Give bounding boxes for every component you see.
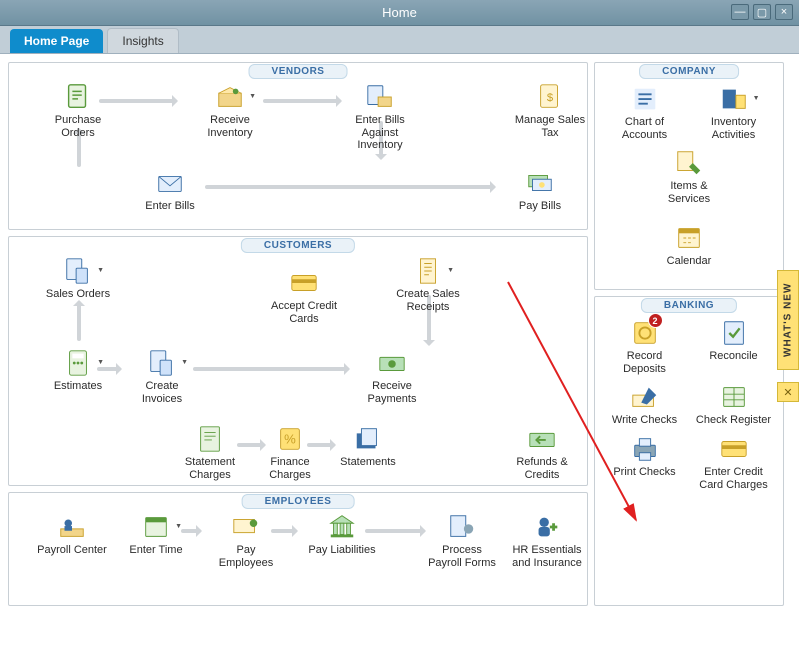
- list-icon: [627, 83, 663, 115]
- person-desk-icon: [54, 511, 90, 543]
- process-payroll-forms[interactable]: Process Payroll Forms: [425, 511, 499, 569]
- bank-icon: [324, 511, 360, 543]
- dropdown-caret-icon: ▼: [249, 93, 256, 100]
- person-plus-icon: [529, 511, 565, 543]
- percent-icon: %: [272, 423, 308, 455]
- bill-box-icon: [362, 81, 398, 113]
- finance-charges[interactable]: % Finance Charges: [253, 423, 327, 481]
- receive-inventory[interactable]: ▼ Receive Inventory: [193, 81, 267, 139]
- check-doc-icon: [716, 317, 752, 349]
- tab-insights[interactable]: Insights: [107, 28, 178, 53]
- dropdown-caret-icon: ▼: [97, 359, 104, 366]
- credit-card-icon: [286, 267, 322, 299]
- enter-bills-against-inventory[interactable]: Enter Bills Against Inventory: [343, 81, 417, 152]
- receive-payments[interactable]: Receive Payments: [355, 347, 429, 405]
- calendar-icon: [671, 222, 707, 254]
- payroll-center[interactable]: Payroll Center: [35, 511, 109, 557]
- refund-icon: [524, 423, 560, 455]
- whats-new-tab[interactable]: WHAT'S NEW: [777, 270, 799, 370]
- record-deposits[interactable]: 2 Record Deposits: [606, 317, 684, 375]
- receipt-icon: ▼: [410, 255, 446, 287]
- accept-credit-cards[interactable]: Accept Credit Cards: [267, 267, 341, 325]
- section-title-banking: BANKING: [641, 298, 737, 313]
- calendar[interactable]: Calendar: [609, 222, 769, 268]
- svg-text:%: %: [284, 432, 296, 447]
- safe-icon: 2: [627, 317, 663, 349]
- close-button[interactable]: ×: [775, 4, 793, 20]
- create-sales-receipts[interactable]: ▼ Create Sales Receipts: [391, 255, 465, 313]
- hr-essentials-insurance[interactable]: HR Essentials and Insurance: [505, 511, 589, 569]
- folder-doc-icon: [350, 423, 386, 455]
- panel-employees: EMPLOYEES Payroll Center ▼ Enter Time Pa…: [8, 492, 588, 606]
- pay-bills[interactable]: Pay Bills: [503, 167, 577, 213]
- deposit-count-badge: 2: [648, 313, 663, 328]
- items-services[interactable]: Items & Services: [650, 147, 728, 205]
- print-checks[interactable]: Print Checks: [606, 433, 684, 491]
- dropdown-caret-icon: ▼: [181, 359, 188, 366]
- panel-customers: CUSTOMERS ▼ Sales Orders Accept Credit C…: [8, 236, 588, 486]
- write-checks[interactable]: Write Checks: [606, 381, 684, 427]
- statements[interactable]: Statements: [331, 423, 405, 469]
- enter-credit-card-charges[interactable]: Enter Credit Card Charges: [695, 433, 773, 491]
- invoice-icon: ▼: [144, 347, 180, 379]
- inventory-activities[interactable]: ▼ Inventory Activities: [695, 83, 773, 141]
- purchase-orders[interactable]: Purchase Orders: [41, 81, 115, 139]
- section-title-company: COMPANY: [639, 64, 739, 79]
- titlebar: Home — ▢ ×: [0, 0, 799, 26]
- manage-sales-tax[interactable]: $ Manage Sales Tax: [513, 81, 587, 139]
- paycheck-icon: [228, 511, 264, 543]
- document-icon: [60, 81, 96, 113]
- estimates[interactable]: ▼ Estimates: [41, 347, 115, 393]
- tag-list-icon: [671, 147, 707, 179]
- dropdown-caret-icon: ▼: [175, 523, 182, 530]
- enter-bills[interactable]: Enter Bills: [133, 167, 207, 213]
- cash-icon: [374, 347, 410, 379]
- check-register[interactable]: Check Register: [695, 381, 773, 427]
- dropdown-caret-icon: ▼: [753, 95, 760, 102]
- window-title: Home: [382, 5, 417, 20]
- panel-company: COMPANY Chart of Accounts ▼ Inventory Ac…: [594, 62, 784, 290]
- maximize-button[interactable]: ▢: [753, 4, 771, 20]
- panel-banking: BANKING 2 Record Deposits Reconcile Writ…: [594, 296, 784, 606]
- svg-text:$: $: [547, 92, 554, 104]
- statement-icon: [192, 423, 228, 455]
- printer-icon: [627, 433, 663, 465]
- calendar-green-icon: ▼: [138, 511, 174, 543]
- section-title-customers: CUSTOMERS: [241, 238, 355, 253]
- reconcile[interactable]: Reconcile: [695, 317, 773, 375]
- sales-doc-icon: ▼: [60, 255, 96, 287]
- minimize-button[interactable]: —: [731, 4, 749, 20]
- credit-card-gold-icon: [716, 433, 752, 465]
- dropdown-caret-icon: ▼: [447, 267, 454, 274]
- tab-home-page[interactable]: Home Page: [10, 29, 103, 53]
- whats-new-close[interactable]: ✕: [777, 382, 799, 402]
- inventory-icon: ▼: [716, 83, 752, 115]
- pay-liabilities[interactable]: Pay Liabilities: [305, 511, 379, 557]
- dropdown-caret-icon: ▼: [97, 267, 104, 274]
- enter-time[interactable]: ▼ Enter Time: [119, 511, 193, 557]
- create-invoices[interactable]: ▼ Create Invoices: [125, 347, 199, 405]
- sales-orders[interactable]: ▼ Sales Orders: [41, 255, 115, 301]
- pen-check-icon: [627, 381, 663, 413]
- refunds-credits[interactable]: Refunds & Credits: [505, 423, 579, 481]
- tax-doc-icon: $: [532, 81, 568, 113]
- envelope-icon: [152, 167, 188, 199]
- tabbar: Home Page Insights: [0, 26, 799, 54]
- box-open-icon: ▼: [212, 81, 248, 113]
- chart-of-accounts[interactable]: Chart of Accounts: [606, 83, 684, 141]
- calculator-icon: ▼: [60, 347, 96, 379]
- section-title-employees: EMPLOYEES: [242, 494, 355, 509]
- money-stack-icon: [522, 167, 558, 199]
- section-title-vendors: VENDORS: [249, 64, 348, 79]
- form-person-icon: [444, 511, 480, 543]
- register-icon: [716, 381, 752, 413]
- statement-charges[interactable]: Statement Charges: [173, 423, 247, 481]
- panel-vendors: VENDORS Purchase Orders ▼ Receive Invent…: [8, 62, 588, 230]
- pay-employees[interactable]: Pay Employees: [209, 511, 283, 569]
